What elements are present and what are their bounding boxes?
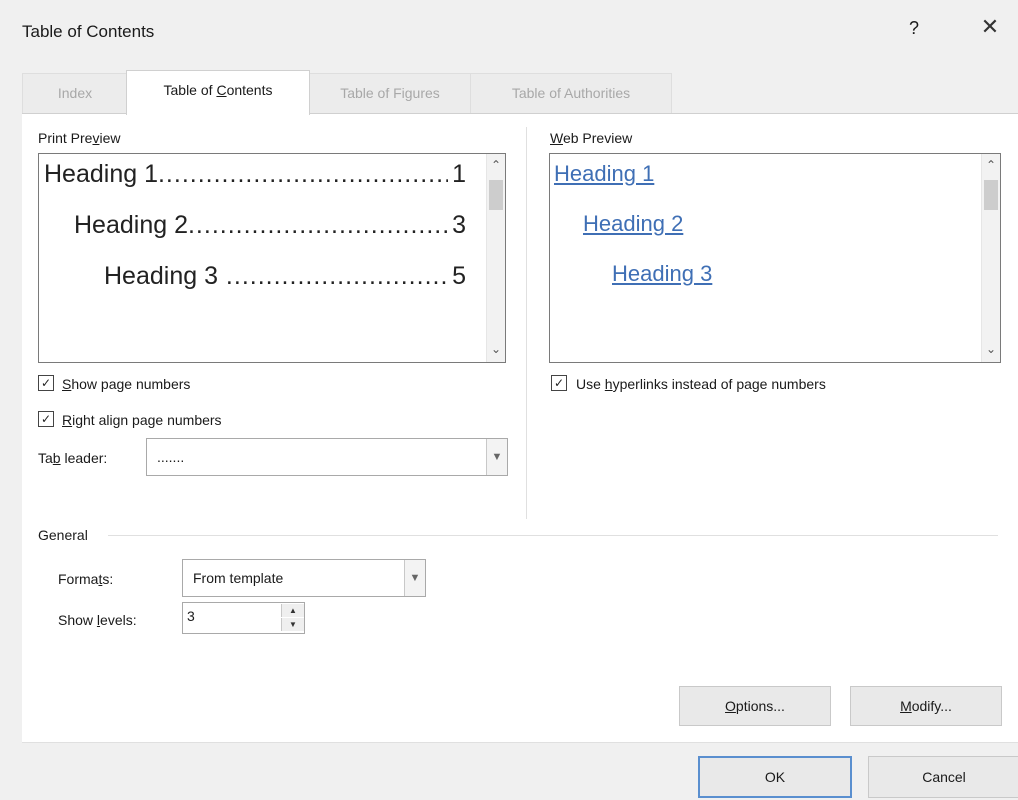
cancel-button[interactable]: Cancel (868, 756, 1018, 798)
web-preview-link: Heading 1 (554, 161, 655, 186)
scroll-down-arrow-icon[interactable]: ⌄ (487, 342, 505, 356)
print-preview-entry: Heading 3 ..............................… (104, 262, 466, 290)
chevron-down-icon[interactable]: ▼ (404, 560, 425, 596)
help-button[interactable]: ? (904, 18, 924, 39)
general-group-divider (108, 535, 998, 536)
close-button[interactable]: ✕ (978, 14, 1002, 40)
tab-index[interactable]: Index (22, 73, 128, 113)
check-icon: ✓ (40, 412, 52, 426)
print-preview-scrollbar[interactable]: ⌃ ⌄ (486, 154, 505, 362)
tab-table-of-contents[interactable]: Table of Contents (126, 70, 310, 115)
column-divider (526, 127, 527, 519)
show-levels-value[interactable]: 3 (187, 608, 195, 624)
formats-value: From template (193, 570, 284, 586)
print-preview-box[interactable]: Heading 1...............................… (38, 153, 506, 363)
scroll-up-arrow-icon[interactable]: ⌃ (982, 158, 1000, 172)
show-levels-label: Show levels: (58, 612, 137, 628)
scrollbar-thumb[interactable] (984, 180, 998, 210)
right-align-checkbox[interactable]: ✓ (38, 411, 54, 427)
show-page-numbers-label[interactable]: Show page numbers (62, 376, 190, 392)
general-group-label: General (38, 527, 88, 543)
tab-table-of-figures[interactable]: Table of Figures (308, 73, 472, 113)
web-preview-link: Heading 2 (583, 211, 684, 236)
tab-leader-label: Tab leader: (38, 450, 108, 466)
check-icon: ✓ (40, 376, 52, 390)
use-hyperlinks-label[interactable]: Use hyperlinks instead of page numbers (576, 376, 826, 392)
formats-label: Formats: (58, 571, 114, 587)
print-preview-label: Print Preview (38, 130, 121, 146)
chevron-down-icon[interactable]: ▼ (486, 439, 507, 475)
scrollbar-thumb[interactable] (489, 180, 503, 210)
options-button[interactable]: Options... (679, 686, 831, 726)
options-button-label: Options... (725, 698, 785, 714)
formats-dropdown[interactable]: From template ▼ (182, 559, 426, 597)
web-preview-label: Web Preview (550, 130, 633, 146)
scroll-down-arrow-icon[interactable]: ⌄ (982, 342, 1000, 356)
web-preview-scrollbar[interactable]: ⌃ ⌄ (981, 154, 1000, 362)
modify-button-label: Modify... (900, 698, 952, 714)
tab-table-of-authorities[interactable]: Table of Authorities (470, 73, 672, 113)
spin-up-arrow-icon[interactable]: ▲ (281, 604, 304, 617)
tab-leader-dropdown[interactable]: ....... ▼ (146, 438, 508, 476)
web-preview-link: Heading 3 (612, 261, 713, 286)
tab-label: Table of Contents (163, 82, 273, 98)
print-preview-entry: Heading 2...............................… (74, 211, 466, 239)
web-preview-box[interactable]: Heading 1 Heading 2 Heading 3 ⌃ ⌄ (549, 153, 1001, 363)
spin-down-arrow-icon[interactable]: ▼ (281, 618, 304, 631)
scroll-up-arrow-icon[interactable]: ⌃ (487, 158, 505, 172)
tab-leader-value: ....... (157, 449, 185, 465)
modify-button[interactable]: Modify... (850, 686, 1002, 726)
ok-button[interactable]: OK (698, 756, 852, 798)
show-page-numbers-checkbox[interactable]: ✓ (38, 375, 54, 391)
right-align-label[interactable]: Right align page numbers (62, 412, 222, 428)
use-hyperlinks-checkbox[interactable]: ✓ (551, 375, 567, 391)
print-preview-entry: Heading 1...............................… (44, 160, 466, 188)
show-levels-spinner[interactable]: 3 ▲ ▼ (182, 602, 305, 634)
dialog-title: Table of Contents (22, 22, 155, 41)
check-icon: ✓ (553, 376, 565, 390)
